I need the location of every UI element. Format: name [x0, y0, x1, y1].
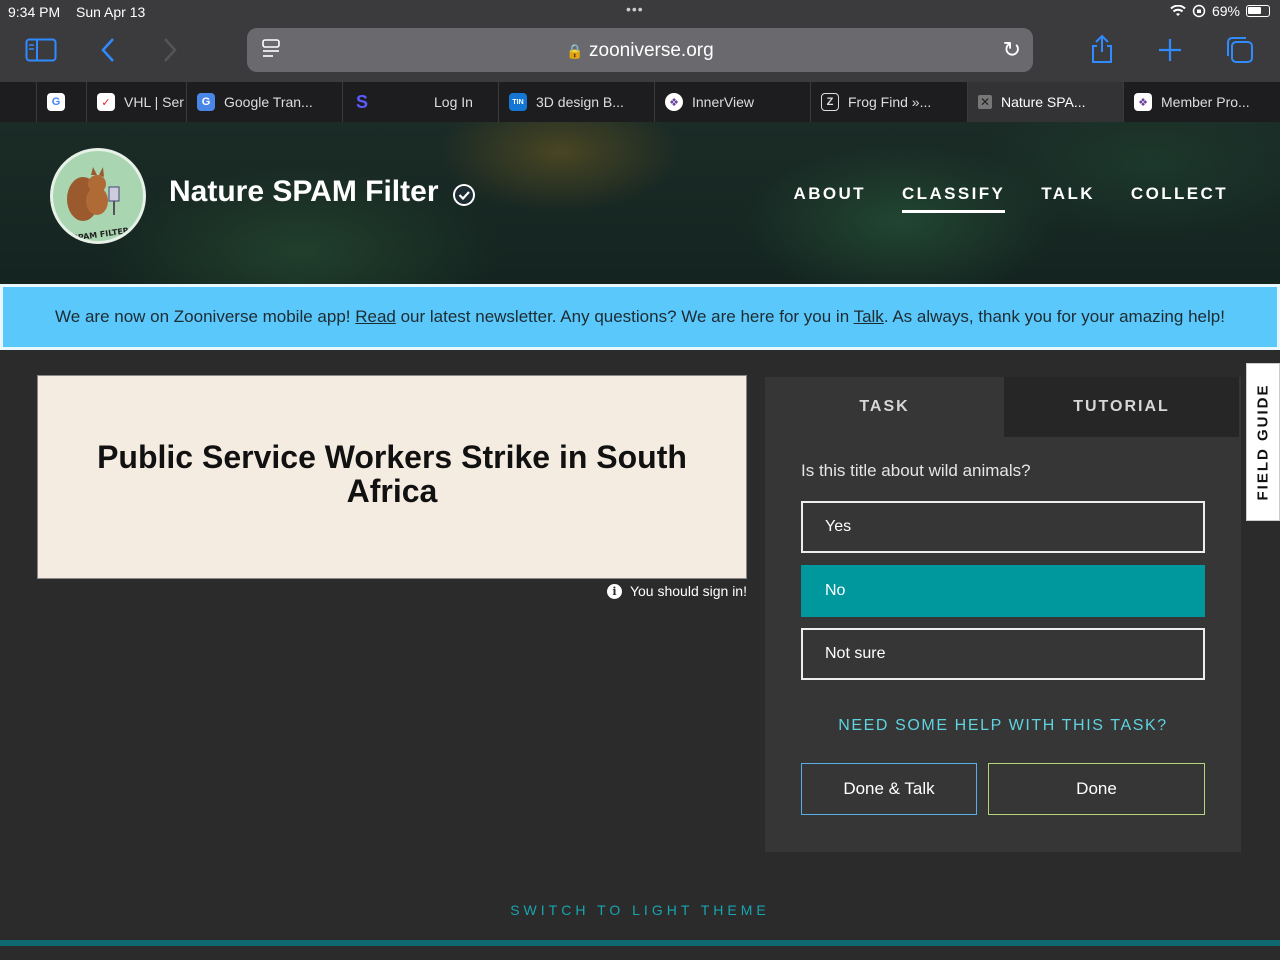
tab-log-in[interactable]: Log In: [388, 82, 498, 122]
tab-google[interactable]: G: [36, 82, 86, 122]
project-header: SPAM FILTER Nature SPAM Filter ABOUT CLA…: [0, 122, 1280, 284]
forward-icon[interactable]: [162, 37, 178, 63]
google-translate-icon: G: [197, 93, 215, 111]
tab-spacer: [0, 82, 36, 122]
banner-text-part: our latest newsletter. Any questions? We…: [395, 307, 854, 326]
answer-not-sure[interactable]: Not sure: [801, 628, 1205, 680]
nav-about[interactable]: ABOUT: [794, 184, 866, 213]
address-bar[interactable]: 🔒 zooniverse.org ↻: [247, 28, 1033, 72]
back-icon[interactable]: [100, 37, 116, 63]
tab-google-translate[interactable]: G Google Tran...: [186, 82, 342, 122]
tabs-overview-icon[interactable]: [1226, 36, 1254, 64]
task-panel: TASK TUTORIAL Is this title about wild a…: [765, 377, 1241, 852]
footer-bar: [0, 940, 1280, 946]
browser-toolbar: 🔒 zooniverse.org ↻: [0, 24, 1280, 82]
nav-talk[interactable]: TALK: [1041, 184, 1095, 213]
s-icon: S: [355, 91, 368, 112]
tab-frog-find[interactable]: Z Frog Find »...: [810, 82, 967, 122]
task-question: Is this title about wild animals?: [801, 461, 1031, 480]
task-help-link[interactable]: NEED SOME HELP WITH THIS TASK?: [765, 717, 1241, 735]
nav-classify[interactable]: CLASSIFY: [901, 184, 1006, 213]
squirrel-logo: SPAM FILTER: [67, 167, 130, 243]
tab-member-pro[interactable]: ❖ Member Pro...: [1123, 82, 1280, 122]
wifi-icon: [1170, 5, 1186, 16]
sidebar-icon[interactable]: [25, 38, 57, 62]
new-tab-icon[interactable]: [1158, 38, 1182, 62]
sign-in-notice: i You should sign in!: [606, 583, 747, 599]
info-icon: i: [606, 583, 622, 599]
answer-yes[interactable]: Yes: [801, 501, 1205, 553]
newsletter-link[interactable]: Read: [355, 307, 396, 326]
project-nav: ABOUT CLASSIFY TALK COLLECT: [794, 184, 1228, 213]
answer-no[interactable]: No: [801, 565, 1205, 617]
innerview-icon: ❖: [1134, 93, 1152, 111]
google-icon: G: [47, 93, 65, 111]
close-icon[interactable]: ✕: [978, 95, 992, 109]
talk-link[interactable]: Talk: [854, 307, 884, 326]
tab-tutorial[interactable]: TUTORIAL: [1004, 377, 1239, 437]
reload-icon[interactable]: ↻: [1003, 37, 1021, 63]
tab-task[interactable]: TASK: [765, 377, 1004, 437]
subject-viewer: Public Service Workers Strike in South A…: [37, 375, 747, 579]
field-guide-tab[interactable]: FIELD GUIDE: [1246, 363, 1280, 521]
svg-text:SPAM FILTER: SPAM FILTER: [72, 226, 130, 243]
multitask-dots[interactable]: •••: [626, 1, 644, 17]
sign-in-text: You should sign in!: [629, 583, 747, 599]
status-date: Sun Apr 13: [76, 4, 146, 20]
tab-label: Nature SPA...: [1001, 94, 1086, 110]
tab-innerview[interactable]: ❖ InnerView: [654, 82, 810, 122]
done-and-talk-button[interactable]: Done & Talk: [801, 763, 977, 815]
battery-icon: [1246, 5, 1270, 17]
project-logo[interactable]: SPAM FILTER: [50, 148, 146, 244]
nav-collect[interactable]: COLLECT: [1131, 184, 1228, 213]
tinkercad-icon: TIN: [509, 93, 527, 111]
project-title[interactable]: Nature SPAM Filter: [169, 175, 439, 209]
tab-label: VHL | Ser: [124, 94, 184, 110]
tab-label: Log In: [434, 94, 473, 110]
innerview-icon: ❖: [665, 93, 683, 111]
announcement-banner: We are now on Zooniverse mobile app! Rea…: [0, 284, 1280, 350]
subject-title: Public Service Workers Strike in South A…: [97, 439, 687, 509]
banner-text-part: We are now on Zooniverse mobile app!: [55, 307, 356, 326]
tab-bar: G ✓ VHL | Ser G Google Tran... S Log In …: [0, 82, 1280, 122]
tab-label: InnerView: [692, 94, 755, 110]
tab-nature-spam[interactable]: ✕ Nature SPA...: [967, 82, 1123, 122]
tab-label: Frog Find »...: [848, 94, 932, 110]
verified-badge-icon: [453, 184, 475, 206]
tab-s[interactable]: S: [342, 82, 388, 122]
banner-text-part: . As always, thank you for your amazing …: [883, 307, 1225, 326]
tab-label: 3D design B...: [536, 94, 624, 110]
tab-vhl[interactable]: ✓ VHL | Ser: [86, 82, 186, 122]
url-text: zooniverse.org: [589, 40, 714, 61]
field-guide-label: FIELD GUIDE: [1254, 383, 1272, 501]
z-icon: Z: [821, 93, 839, 111]
tab-3d-design[interactable]: TIN 3D design B...: [498, 82, 654, 122]
share-icon[interactable]: [1090, 34, 1114, 64]
tab-label: Member Pro...: [1161, 94, 1250, 110]
battery-percent: 69%: [1211, 3, 1240, 19]
theme-switch-link[interactable]: SWITCH TO LIGHT THEME: [0, 902, 1280, 918]
vhl-icon: ✓: [97, 93, 115, 111]
status-bar: 9:34 PM Sun Apr 13 ••• 69%: [0, 0, 1280, 24]
orientation-lock-icon: [1192, 4, 1206, 18]
banner-text: We are now on Zooniverse mobile app! Rea…: [55, 307, 1225, 327]
tab-label: Google Tran...: [224, 94, 313, 110]
done-button[interactable]: Done: [988, 763, 1205, 815]
status-time: 9:34 PM: [8, 4, 61, 20]
lock-icon: 🔒: [566, 43, 584, 59]
